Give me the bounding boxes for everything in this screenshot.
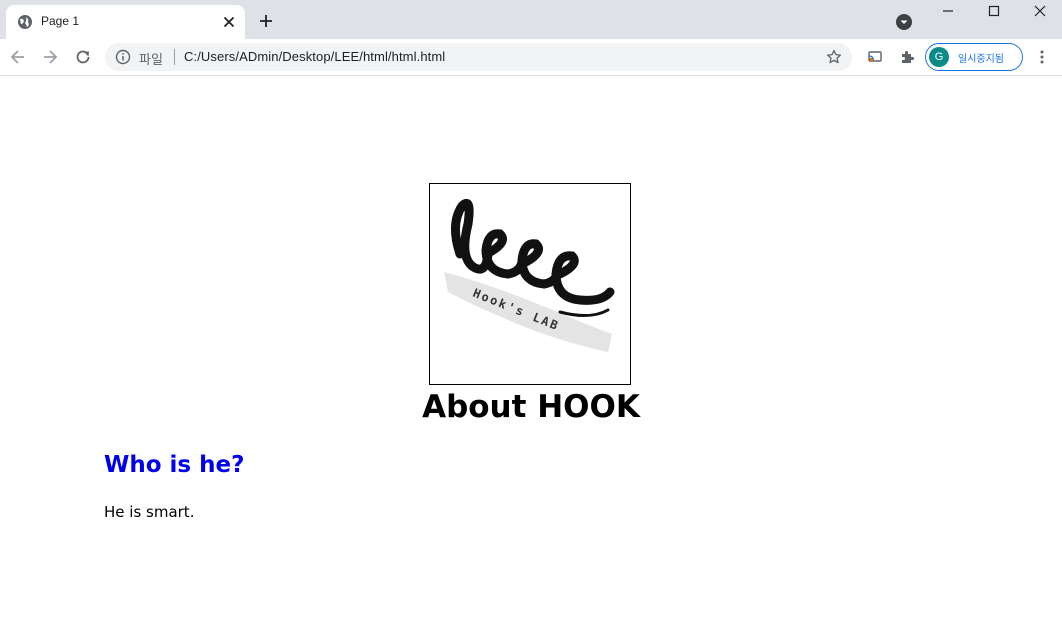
browser-tab[interactable]: Page 1 [6, 5, 245, 39]
section-paragraph: He is smart. [104, 503, 195, 521]
puzzle-icon[interactable] [898, 48, 916, 66]
info-icon[interactable] [115, 49, 131, 65]
avatar: G [929, 47, 949, 67]
plus-icon[interactable] [257, 12, 275, 30]
maximize-icon[interactable] [985, 2, 1003, 20]
reload-icon[interactable] [73, 47, 93, 67]
globe-icon [18, 15, 32, 29]
scheme-label: 파일 [139, 53, 163, 68]
window-close-icon[interactable] [1031, 2, 1049, 20]
url-text[interactable]: C:/Users/ADmin/Desktop/LEE/html/html.htm… [184, 49, 445, 64]
logo-graphic: Hook's LAB [444, 198, 615, 352]
tab-strip: Page 1 [0, 0, 1062, 39]
address-bar[interactable]: 파일 C:/Users/ADmin/Desktop/LEE/html/html.… [105, 43, 852, 71]
star-icon[interactable] [825, 48, 843, 66]
browser-toolbar: 파일 C:/Users/ADmin/Desktop/LEE/html/html.… [0, 39, 1062, 76]
logo-image: Hook's LAB [429, 183, 631, 385]
kebab-menu-icon[interactable] [1033, 48, 1051, 66]
tab-title: Page 1 [41, 14, 80, 28]
dropdown-icon[interactable] [895, 13, 913, 31]
forward-arrow-icon[interactable] [40, 47, 60, 67]
back-arrow-icon[interactable] [8, 47, 28, 67]
close-icon[interactable] [221, 14, 237, 30]
cast-icon[interactable] [866, 48, 884, 66]
address-divider [174, 49, 175, 65]
profile-button[interactable]: G 일시중지됨 [925, 43, 1023, 71]
profile-status-label: 일시중지됨 [958, 54, 1004, 65]
minimize-icon[interactable] [939, 2, 957, 20]
page-title: About HOOK [422, 389, 640, 425]
section-heading: Who is he? [104, 452, 245, 478]
